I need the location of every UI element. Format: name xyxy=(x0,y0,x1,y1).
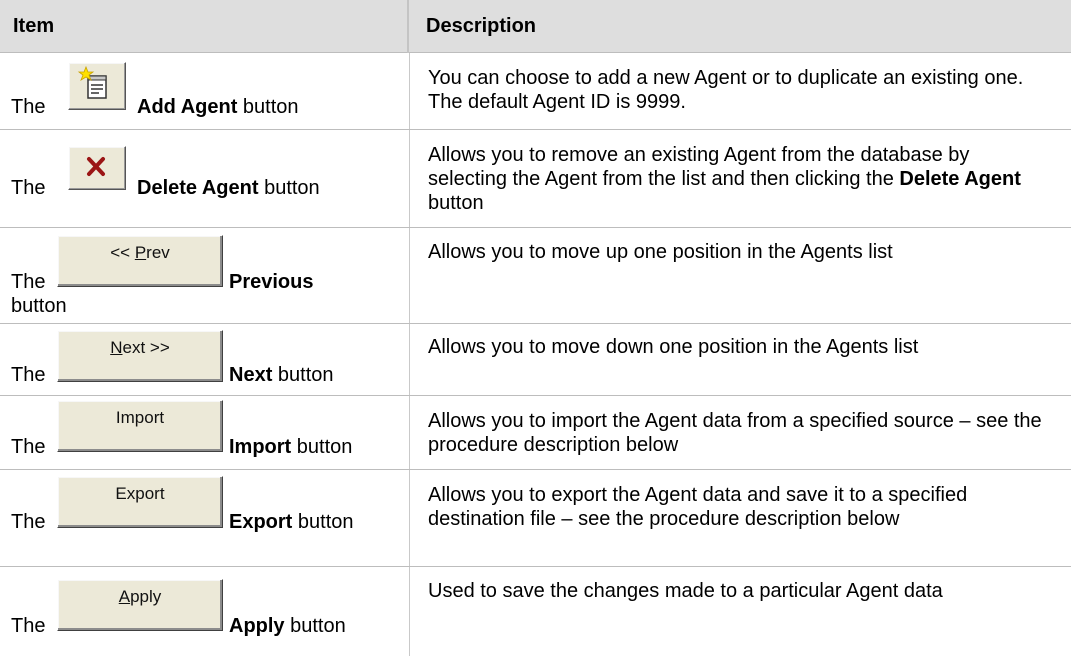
header-description: Description xyxy=(426,15,537,37)
description-cell: Allows you to move down one position in … xyxy=(428,336,919,358)
apply-button-image: Apply xyxy=(57,579,223,631)
header-item: Item xyxy=(13,15,55,37)
item-name: Previous xyxy=(229,271,314,293)
item-suffix: button xyxy=(284,615,346,637)
description-cell: Allows you to export the Agent data and … xyxy=(428,484,968,530)
delete-x-icon xyxy=(68,146,126,190)
export-button-image: Export xyxy=(57,476,223,528)
table-row-apply: Apply The Apply button Used to save the … xyxy=(0,567,1071,656)
item-name: Import xyxy=(229,436,292,458)
description-text: Allows you to remove an existing Agent f… xyxy=(428,144,970,190)
table-header: Item Description xyxy=(0,0,1071,53)
description-cell: Used to save the changes made to a parti… xyxy=(428,580,943,602)
header-description-cell: Description xyxy=(411,0,1071,53)
import-button-image: Import xyxy=(57,400,223,452)
item-name: Delete Agent xyxy=(137,177,259,199)
item-suffix: button xyxy=(292,511,354,533)
item-prefix: The xyxy=(11,511,46,533)
table-row-export: Export The Export button Allows you to e… xyxy=(0,470,1071,567)
table-row-next: Next >> The Next button Allows you to mo… xyxy=(0,324,1071,396)
item-cell: Next >> The Next button xyxy=(0,324,409,395)
description-cell: Allows you to import the Agent data from… xyxy=(428,410,1042,456)
item-cell: The Delete Agent button xyxy=(0,130,409,227)
item-suffix: button xyxy=(272,364,334,386)
item-cell: Apply The Apply button xyxy=(0,567,409,656)
table-row-previous: << Prev The Previous button Allows you t… xyxy=(0,228,1071,324)
description-cell: Allows you to remove an existing Agent f… xyxy=(428,143,1053,215)
item-name: Export xyxy=(229,511,293,533)
item-prefix: The xyxy=(11,177,46,199)
item-name: Add Agent xyxy=(137,96,238,118)
add-agent-icon xyxy=(68,62,126,110)
table-row-add-agent: The Add Agent button You can choose to a… xyxy=(0,53,1071,130)
item-suffix: button xyxy=(11,295,67,317)
description-cell: You can choose to add a new Agent or to … xyxy=(428,67,1024,113)
header-item-cell: Item xyxy=(0,0,409,53)
description-cell: Allows you to move up one position in th… xyxy=(428,241,893,263)
item-prefix: The xyxy=(11,364,46,386)
item-prefix: The xyxy=(11,96,46,118)
item-cell: Export The Export button xyxy=(0,470,409,566)
next-button-image: Next >> xyxy=(57,330,223,382)
item-cell: The Add Agent button xyxy=(0,53,409,129)
table-row-delete-agent: The Delete Agent button Allows you to re… xyxy=(0,130,1071,228)
item-name: Apply xyxy=(229,615,285,637)
prev-button-image: << Prev xyxy=(57,235,223,287)
table-row-import: Import The Import button Allows you to i… xyxy=(0,396,1071,470)
item-prefix: The xyxy=(11,436,46,458)
item-suffix: button xyxy=(258,177,320,199)
item-suffix: button xyxy=(237,96,299,118)
item-cell: Import The Import button xyxy=(0,396,409,469)
item-prefix: The xyxy=(11,271,46,293)
description-bold: Delete Agent xyxy=(899,168,1021,190)
item-prefix: The xyxy=(11,615,46,637)
description-text-end: button xyxy=(428,192,484,214)
item-cell: << Prev The Previous button xyxy=(0,228,409,323)
item-suffix: button xyxy=(291,436,353,458)
item-name: Next xyxy=(229,364,273,386)
